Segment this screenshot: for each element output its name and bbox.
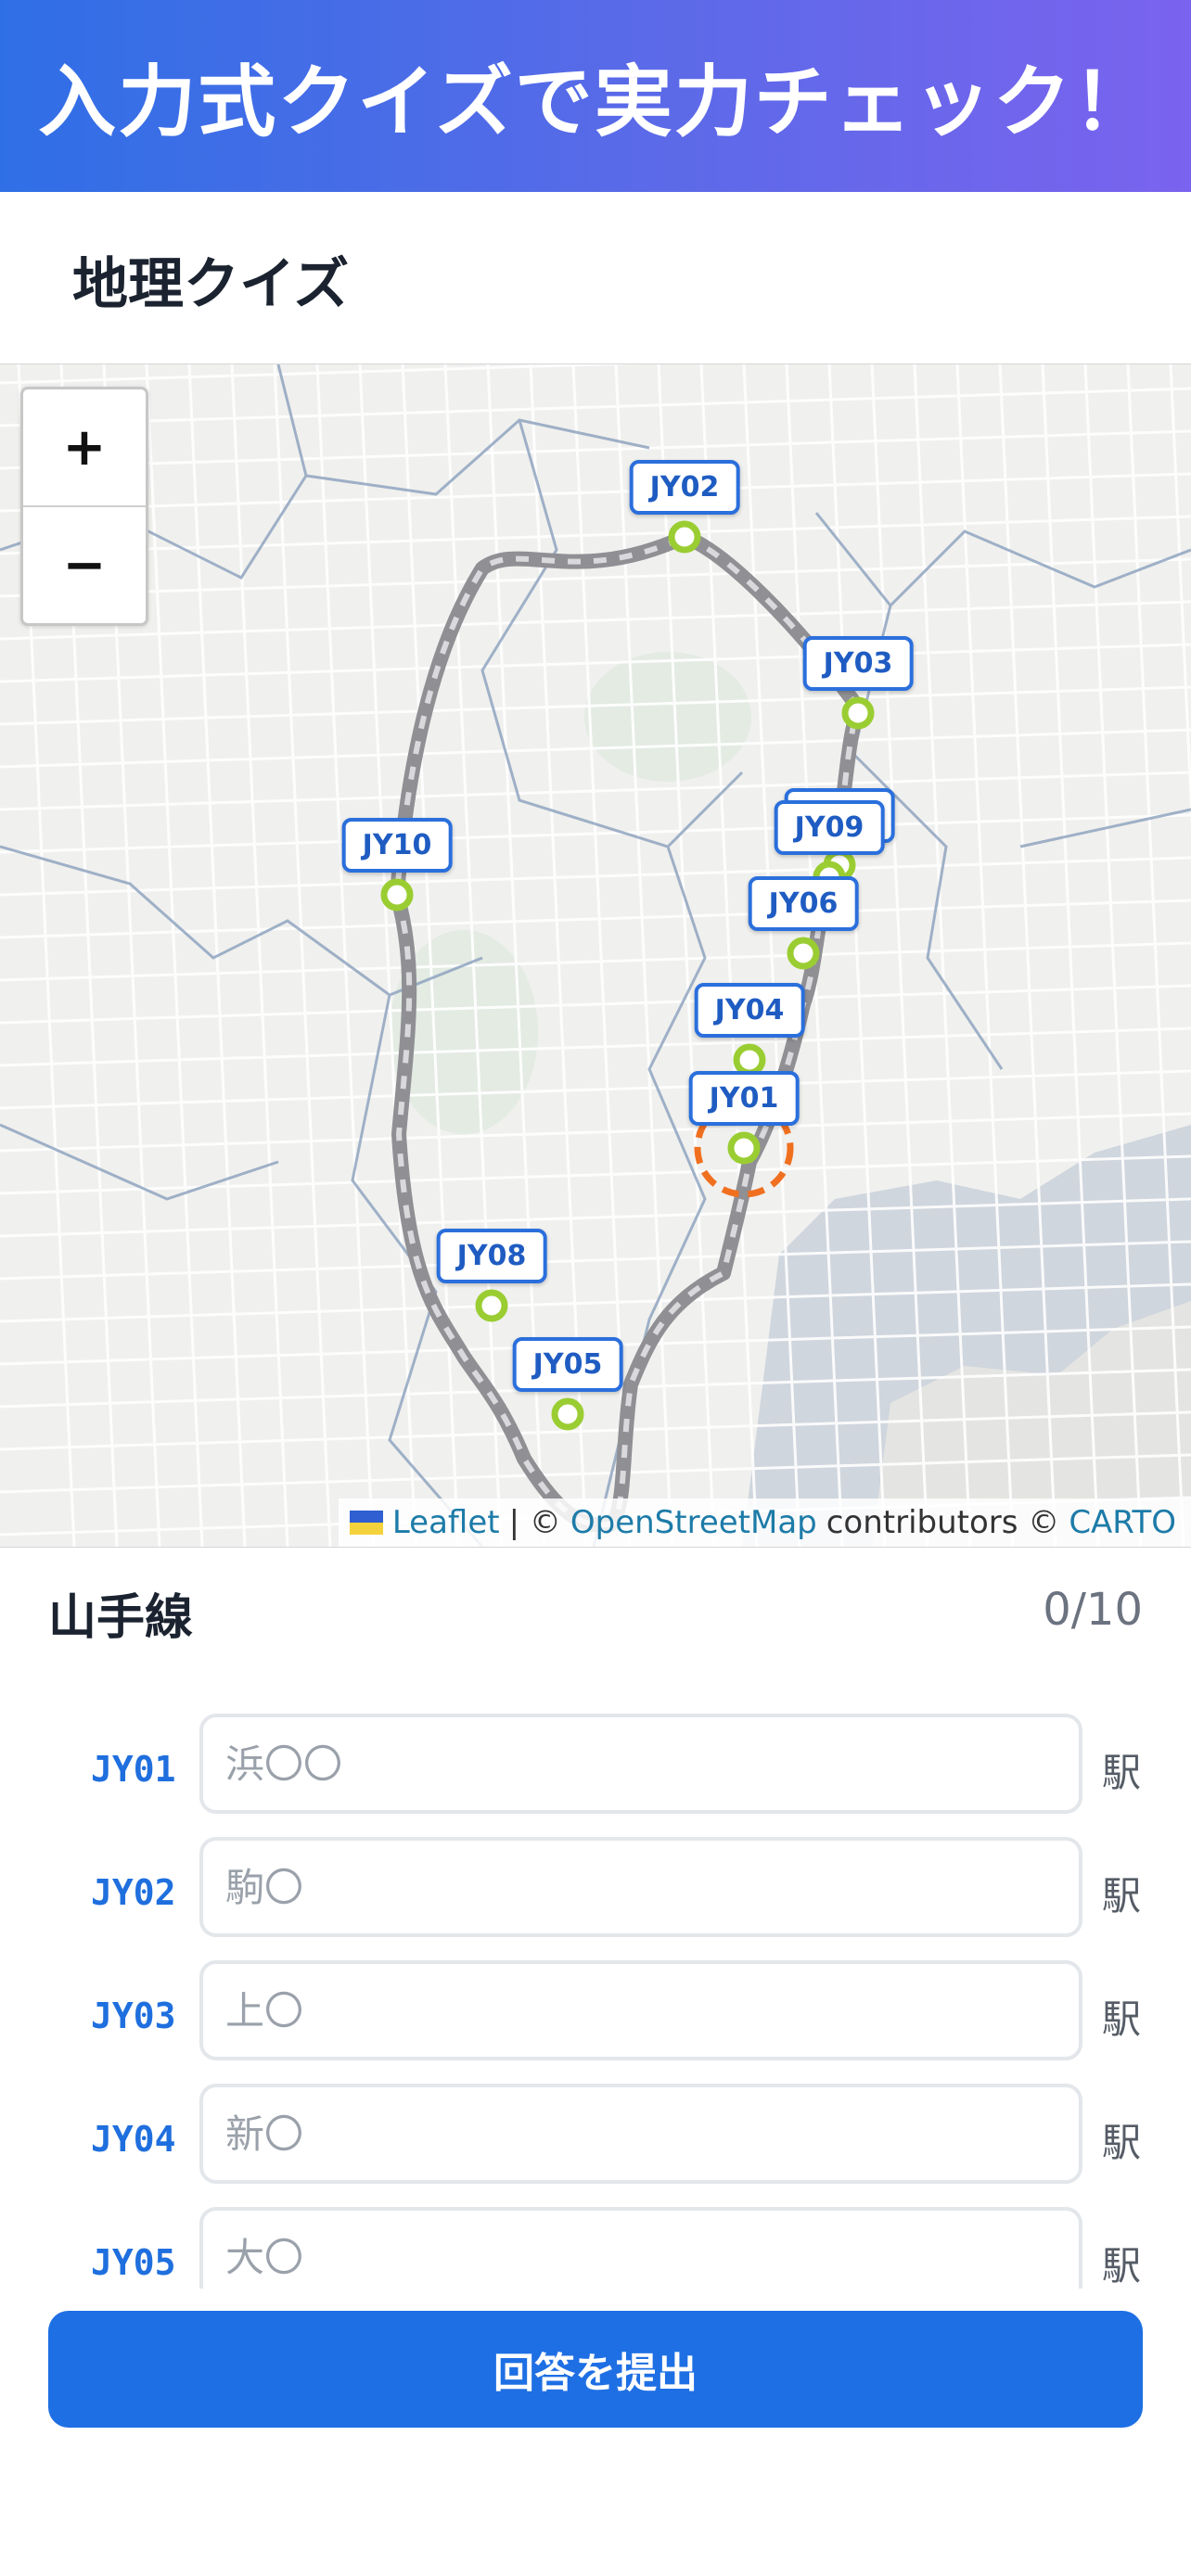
zoom-in-button[interactable]: + [23, 389, 146, 507]
station-label: JY09 [774, 800, 885, 855]
station-label: JY05 [512, 1337, 623, 1392]
station-answer-input[interactable] [199, 1960, 1082, 2060]
station-label: JY08 [436, 1229, 547, 1283]
answer-list: JY01 駅 JY02 駅 JY03 駅 JY04 駅 JY05 駅 [0, 1714, 1191, 2289]
zoom-out-button[interactable]: − [23, 507, 146, 623]
station-code: JY01 [91, 1749, 176, 1790]
station-marker[interactable] [668, 520, 701, 554]
station-marker[interactable] [551, 1397, 584, 1431]
station-code: JY05 [91, 2242, 176, 2283]
station-answer-input[interactable] [199, 1714, 1082, 1814]
line-name: 山手線 [48, 1590, 194, 1646]
answer-row: JY02 駅 [0, 1837, 1191, 1943]
station-marker[interactable] [727, 1131, 761, 1165]
leaflet-link[interactable]: Leaflet [392, 1504, 500, 1541]
station-marker[interactable] [380, 878, 414, 912]
station-suffix: 駅 [1102, 1873, 1142, 1919]
station-suffix: 駅 [1102, 2120, 1142, 2165]
station-marker[interactable] [841, 696, 875, 730]
station-marker[interactable] [475, 1289, 508, 1322]
answer-row: JY05 駅 [0, 2207, 1191, 2289]
submit-answers-button[interactable]: 回答を提出 [48, 2311, 1143, 2428]
banner-title: 入力式クイズで実力チェック！ [38, 57, 1153, 147]
attribution-separator: | © [508, 1504, 561, 1541]
station-code: JY04 [91, 2119, 176, 2160]
map-view[interactable]: JY01JY02JY03JY04JY05JY06JY07JY08JY09JY10… [0, 363, 1191, 1548]
station-label: JY04 [694, 983, 805, 1038]
zoom-control: + − [20, 387, 148, 626]
station-code: JY03 [91, 1996, 176, 2036]
station-suffix: 駅 [1102, 2243, 1142, 2289]
station-label: JY06 [748, 876, 859, 931]
park-area [584, 652, 751, 782]
answer-row: JY03 駅 [0, 1960, 1191, 2066]
attribution-contributors: contributors © [826, 1504, 1060, 1541]
station-label: JY02 [629, 460, 740, 515]
station-label: JY10 [341, 818, 453, 873]
station-answer-input[interactable] [199, 2084, 1082, 2184]
station-suffix: 駅 [1102, 1996, 1142, 2042]
answer-row: JY01 駅 [0, 1714, 1191, 1819]
page-title: 地理クイズ [72, 252, 350, 317]
station-suffix: 駅 [1102, 1750, 1142, 1795]
station-label: JY03 [802, 636, 914, 691]
answer-progress: 0/10 [1043, 1584, 1143, 1636]
station-marker[interactable] [787, 937, 820, 970]
station-marker[interactable] [733, 1043, 766, 1077]
answer-row: JY04 駅 [0, 2084, 1191, 2189]
station-label: JY01 [688, 1071, 800, 1126]
map-attribution: Leaflet | © OpenStreetMap contributors ©… [338, 1498, 1191, 1547]
station-code: JY02 [91, 1872, 176, 1913]
ukraine-flag-icon [349, 1511, 383, 1535]
carto-link[interactable]: CARTO [1069, 1504, 1176, 1541]
station-answer-input[interactable] [199, 2207, 1082, 2289]
header-banner: 入力式クイズで実力チェック！ [0, 0, 1191, 192]
openstreetmap-link[interactable]: OpenStreetMap [570, 1504, 817, 1541]
station-answer-input[interactable] [199, 1837, 1082, 1937]
